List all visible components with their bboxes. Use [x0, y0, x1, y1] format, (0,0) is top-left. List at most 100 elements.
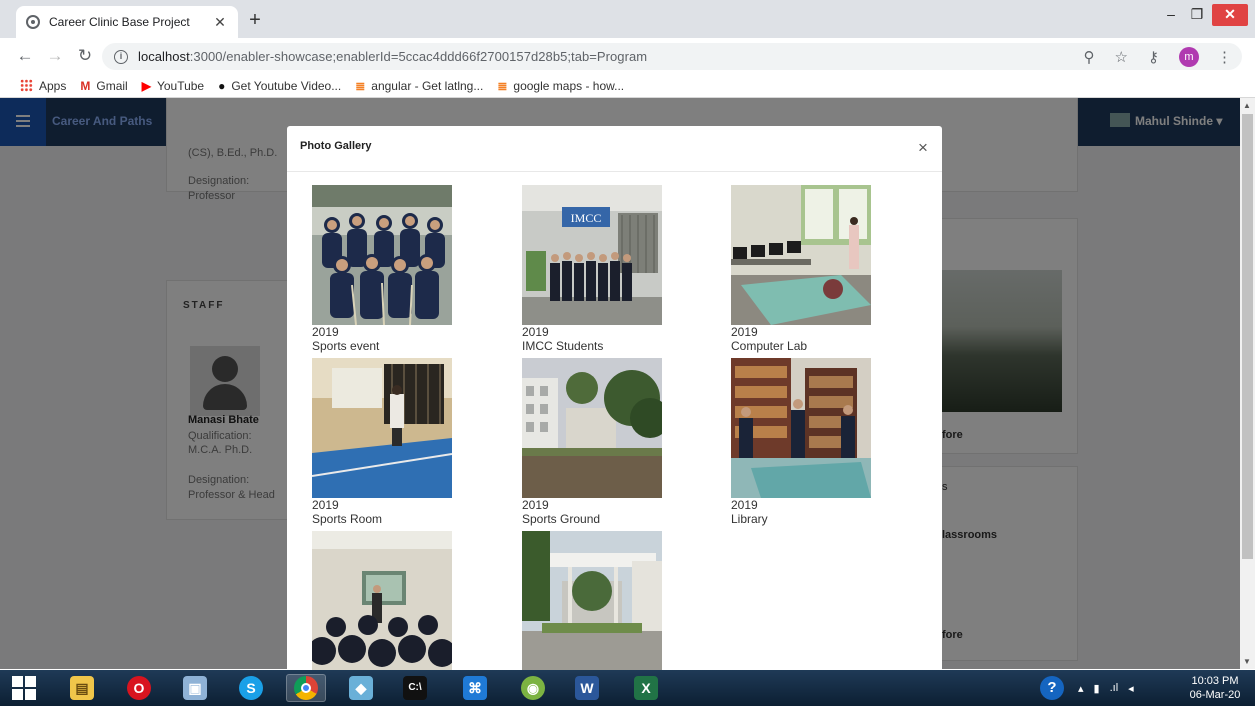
- bookmark-label: google maps - how...: [513, 78, 625, 93]
- bookmark-label: angular - Get latlng...: [371, 78, 484, 93]
- bookmark-item[interactable]: M Gmail: [80, 79, 127, 93]
- url-text: localhost:3000/enabler-showcase;enablerI…: [138, 49, 647, 64]
- bookmark-item[interactable]: Apps: [20, 79, 66, 93]
- gallery-year: 2019: [312, 498, 339, 512]
- youtube-icon: ▶: [141, 78, 151, 93]
- gallery-photo-campus-gate[interactable]: [522, 531, 662, 671]
- bookmark-label: Get Youtube Video...: [231, 78, 342, 93]
- gallery-item: IMCC 2019 IMCC Students: [522, 185, 702, 353]
- system-clock[interactable]: 10:03 PM 06-Mar-20: [1180, 674, 1250, 702]
- command-prompt-icon[interactable]: C:\: [395, 674, 435, 702]
- bookmarks-bar: Apps M Gmail ▶ YouTube ● Get Youtube Video... ≣…: [0, 74, 1255, 98]
- gallery-caption: Computer Lab: [731, 339, 808, 353]
- gallery-item: [312, 531, 492, 671]
- reload-icon[interactable]: ↻: [74, 46, 96, 68]
- gallery-caption: Sports Room: [312, 512, 383, 526]
- clock-time: 10:03 PM: [1191, 675, 1239, 687]
- volume-icon[interactable]: ◂: [1128, 682, 1134, 695]
- tab-title: Career Clinic Base Project: [49, 15, 190, 29]
- close-window-button[interactable]: ✕: [1212, 4, 1248, 26]
- signal-icon[interactable]: .ıl: [1110, 682, 1119, 694]
- gallery-item: 2019 Sports Ground: [522, 358, 702, 526]
- maximize-button[interactable]: ❐: [1186, 4, 1208, 26]
- zoom-icon[interactable]: ⚲: [1084, 48, 1095, 66]
- gallery-item: 2019 Library: [731, 358, 911, 526]
- word-icon[interactable]: W: [567, 674, 607, 702]
- opera-icon[interactable]: O: [119, 674, 159, 702]
- gallery-year: 2019: [731, 325, 758, 339]
- back-arrow-icon[interactable]: ←: [14, 46, 36, 68]
- gallery-photo-sports-room[interactable]: [312, 358, 452, 498]
- chrome-icon[interactable]: [286, 674, 326, 702]
- gallery-photo-imcc-students[interactable]: IMCC: [522, 185, 662, 325]
- windows-start-icon[interactable]: [12, 676, 36, 700]
- gallery-photo-computer-lab[interactable]: [731, 185, 871, 325]
- network-icon[interactable]: ▮: [1094, 682, 1100, 695]
- system-tray: ? ▴ ▮ .ıl ◂: [1040, 670, 1134, 706]
- stackoverflow-icon: ≣: [355, 78, 366, 93]
- notes-icon[interactable]: ◆: [341, 674, 381, 702]
- forward-arrow-icon[interactable]: →: [44, 46, 66, 68]
- android-studio-icon[interactable]: ◉: [513, 674, 553, 702]
- key-icon[interactable]: ⚷: [1148, 48, 1159, 66]
- page-scrollbar[interactable]: ▲ ▼: [1240, 98, 1255, 669]
- gallery-item: 2019 Sports Room: [312, 358, 492, 526]
- gmail-icon: M: [80, 78, 91, 93]
- tray-expand-icon[interactable]: ▴: [1078, 682, 1084, 695]
- browser-tabstrip: Career Clinic Base Project ✕ + – ❐ ✕: [0, 0, 1255, 38]
- file-explorer-icon[interactable]: ▤: [62, 674, 102, 702]
- gallery-year: 2019: [522, 325, 549, 339]
- address-toolbar: ← → ↻ i localhost:3000/enabler-showcase;…: [0, 38, 1255, 74]
- gallery-item: 2019 Sports event: [312, 185, 492, 353]
- gallery-caption: Sports event: [312, 339, 380, 353]
- image-viewer-icon[interactable]: ▣: [175, 674, 215, 702]
- clock-date: 06-Mar-20: [1189, 689, 1241, 701]
- bookmark-item[interactable]: ≣ google maps - how...: [497, 79, 624, 93]
- url-path: :3000/enabler-showcase;enablerId=5ccac4d…: [189, 49, 648, 64]
- gallery-caption: IMCC Students: [522, 339, 604, 353]
- url-host: localhost: [138, 49, 190, 64]
- menu-dots-icon[interactable]: ⋮: [1217, 48, 1232, 66]
- gallery-photo-sports-ground[interactable]: [522, 358, 662, 498]
- gallery-year: 2019: [731, 498, 758, 512]
- stackoverflow-icon: ≣: [497, 78, 508, 93]
- excel-icon[interactable]: X: [626, 674, 666, 702]
- gallery-photo-library[interactable]: [731, 358, 871, 498]
- gallery-caption: Library: [731, 512, 768, 526]
- url-input[interactable]: i localhost:3000/enabler-showcase;enable…: [102, 43, 1242, 70]
- star-icon[interactable]: ☆: [1115, 48, 1128, 66]
- help-icon[interactable]: ?: [1040, 676, 1064, 700]
- gallery-photo-sports-event[interactable]: [312, 185, 452, 325]
- bookmark-item[interactable]: ▶ YouTube: [142, 79, 204, 93]
- globe-icon: [26, 15, 40, 29]
- gallery-caption: Sports Ground: [522, 512, 601, 526]
- browser-tab[interactable]: Career Clinic Base Project ✕: [16, 6, 238, 38]
- bookmark-item[interactable]: ● Get Youtube Video...: [218, 79, 341, 93]
- imcc-sign-text: IMCC: [571, 211, 602, 225]
- tab-close-icon[interactable]: ✕: [212, 14, 228, 31]
- minimize-button[interactable]: –: [1160, 4, 1182, 26]
- scroll-down-icon[interactable]: ▼: [1243, 657, 1251, 666]
- gallery-item: [522, 531, 702, 671]
- github-icon: ●: [218, 78, 226, 93]
- gallery-item: 2019 Computer Lab: [731, 185, 911, 353]
- photo-gallery-modal: Photo Gallery × 2019 Sports event IMCC 2…: [287, 126, 942, 671]
- bookmark-label: YouTube: [156, 78, 205, 93]
- gallery-photo-classroom[interactable]: [312, 531, 452, 671]
- bookmark-label: Gmail: [96, 78, 128, 93]
- new-tab-button[interactable]: +: [244, 10, 266, 32]
- skype-icon[interactable]: S: [231, 674, 271, 702]
- bookmark-item[interactable]: ≣ angular - Get latlng...: [355, 79, 483, 93]
- bookmark-label: Apps: [39, 78, 67, 93]
- gallery-year: 2019: [522, 498, 549, 512]
- info-icon[interactable]: i: [114, 49, 128, 64]
- modal-header: Photo Gallery ×: [287, 126, 942, 172]
- profile-avatar[interactable]: m: [1179, 46, 1199, 67]
- windows-taskbar: ▤ O ▣ S ◆ C:\ ⌘ ◉ W X ? ▴ ▮ .ıl ◂ 10:03 …: [0, 670, 1255, 706]
- scroll-up-icon[interactable]: ▲: [1243, 101, 1251, 110]
- vscode-icon[interactable]: ⌘: [455, 674, 495, 702]
- scrollbar-thumb[interactable]: [1242, 114, 1253, 559]
- apps-grid-icon: [20, 79, 33, 92]
- close-icon[interactable]: ×: [913, 138, 933, 158]
- gallery-year: 2019: [312, 325, 339, 339]
